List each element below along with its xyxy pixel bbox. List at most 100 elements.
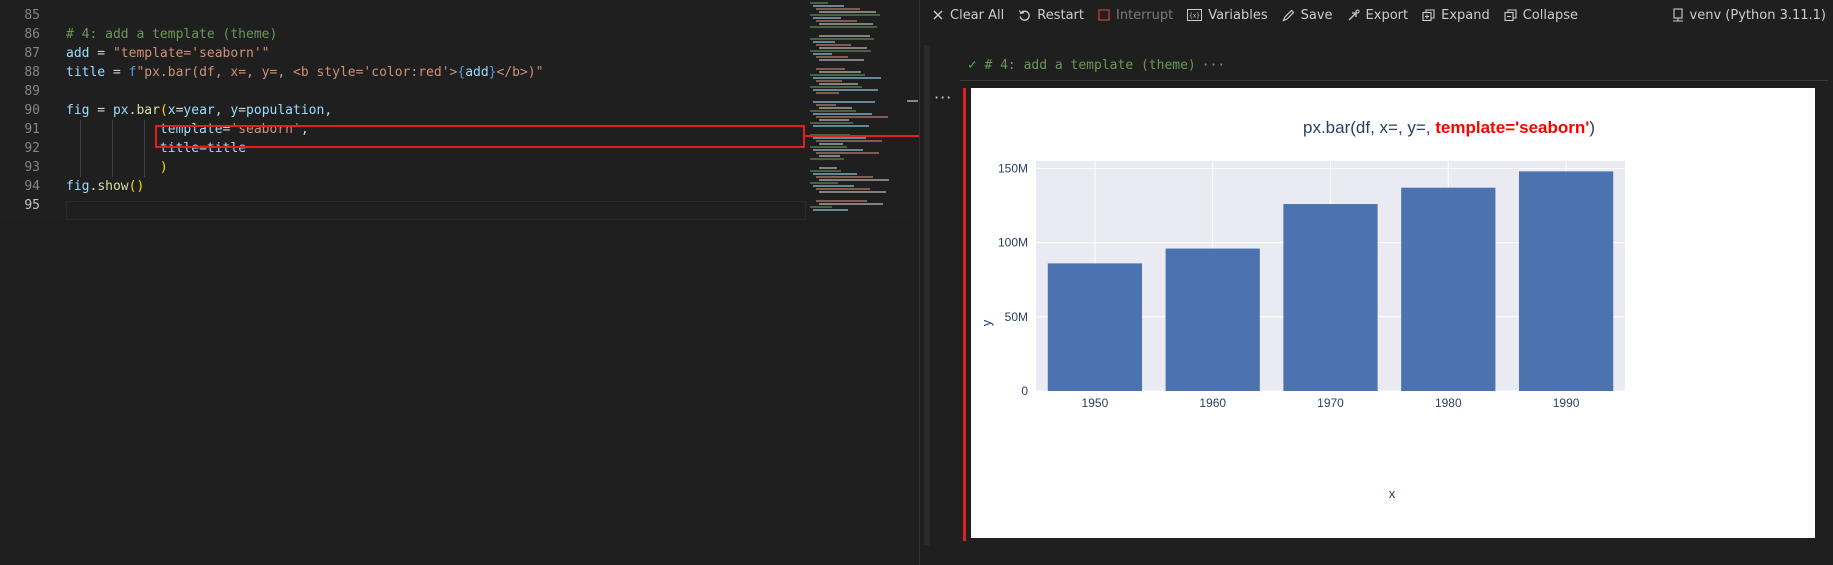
code-token: () (128, 179, 145, 194)
line-number: 87 (24, 46, 40, 61)
minimap-line (813, 113, 872, 115)
minimap-line (810, 206, 832, 208)
minimap-line (816, 152, 879, 154)
code-line[interactable]: 94 fig.show() (0, 177, 806, 196)
code-token: "px.bar(df, x=, y=, <b style='color:red'… (136, 65, 458, 80)
minimap-line (816, 8, 860, 10)
cursor-line (66, 201, 806, 220)
server-icon (1672, 8, 1683, 22)
code-token: add (465, 65, 489, 80)
highlight-box (155, 125, 805, 148)
minimap-line (816, 56, 848, 58)
minimap-line (810, 110, 856, 112)
minimap-line (819, 191, 886, 193)
line-number: 93 (24, 160, 40, 175)
minimap-line (819, 179, 889, 181)
code-line[interactable]: 88 title = f"px.bar(df, x=, y=, <b style=… (0, 63, 806, 82)
minimap-line (816, 92, 839, 94)
plot-output[interactable]: px.bar(df, x=, y=, template='seaborn') 0… (971, 88, 1815, 538)
code-editor[interactable]: 84# %%8586# 4: add a template (theme)87a… (0, 0, 919, 565)
export-icon (1348, 9, 1360, 20)
code-token: ) (159, 160, 168, 175)
collapse-button[interactable]: Collapse (1504, 0, 1578, 30)
indent-guide (144, 139, 145, 158)
save-button[interactable]: Save (1281, 0, 1333, 30)
minimap-line (810, 86, 862, 88)
code-line[interactable]: 85 (0, 6, 806, 25)
code-token: year (183, 103, 215, 118)
minimap-line (816, 104, 836, 106)
interrupt-button[interactable]: Interrupt (1098, 0, 1173, 30)
minimap-line (819, 47, 867, 49)
expand-button[interactable]: Expand (1422, 0, 1490, 30)
x-tick-label: 1970 (1317, 396, 1344, 410)
scrollbar-marker (907, 100, 918, 102)
cell-more-icon[interactable]: ··· (1202, 58, 1225, 73)
minimap-line (816, 176, 873, 178)
output-more-icon[interactable]: ··· (934, 88, 952, 107)
code-line[interactable]: 89 (0, 82, 806, 101)
code-token: , (324, 103, 333, 118)
cell-header-text: # 4: add a template (theme) (984, 57, 1196, 73)
minimap-line (816, 44, 851, 46)
variables-button[interactable]: {x} Variables (1187, 0, 1268, 30)
chart-title-bold: template='seaborn' (1435, 118, 1589, 137)
restart-label: Restart (1037, 7, 1084, 23)
line-number: 86 (24, 27, 40, 42)
bar-1990[interactable] (1518, 171, 1614, 391)
code-line[interactable]: 87 add = "template='seaborn'" (0, 44, 806, 63)
export-button[interactable]: Export (1347, 0, 1408, 30)
bar-1960[interactable] (1165, 248, 1260, 391)
minimap-line (816, 116, 888, 118)
code-line[interactable]: 93 ) (0, 158, 806, 177)
minimap-line (810, 170, 841, 172)
bar-chart[interactable]: px.bar(df, x=, y=, template='seaborn') 0… (971, 88, 1815, 538)
minimap-line (813, 17, 841, 19)
code-text: add = "template='seaborn'" (66, 44, 270, 63)
code-token: ( (159, 103, 168, 118)
cell-header[interactable]: ✓ # 4: add a template (theme) ··· (968, 55, 1225, 75)
interactive-toolbar: Clear All Restart Interrupt {x} Variable… (920, 0, 1833, 30)
line-number: 92 (24, 141, 40, 156)
code-token: } (488, 65, 497, 80)
check-icon: ✓ (968, 57, 977, 73)
minimap-line (810, 14, 880, 16)
code-line[interactable]: 90 fig = px.bar(x=year, y=population, (0, 101, 806, 120)
editor-scrollbar[interactable] (906, 0, 919, 219)
bar-1980[interactable] (1401, 187, 1496, 391)
minimap-line (819, 11, 876, 13)
restart-button[interactable]: Restart (1018, 0, 1084, 30)
code-token: fig (66, 103, 90, 118)
minimap-line (813, 5, 844, 7)
code-text: # 4: add a template (theme) (66, 25, 277, 44)
code-token: = (238, 103, 247, 118)
indent-guide (144, 120, 145, 139)
code-token: # %% (66, 0, 97, 4)
line-number: 90 (24, 103, 40, 118)
expand-label: Expand (1441, 7, 1490, 23)
interactive-scrollbar[interactable] (924, 45, 930, 545)
cell-divider (960, 80, 1828, 81)
minimap-line (810, 2, 828, 4)
interrupt-label: Interrupt (1115, 7, 1174, 23)
minimap[interactable] (806, 0, 906, 219)
save-icon (1281, 9, 1294, 22)
kernel-picker[interactable]: venv (Python 3.11.1) (1672, 0, 1826, 30)
minimap-line (810, 38, 874, 40)
clear-all-button[interactable]: Clear All (932, 0, 1004, 30)
code-area[interactable]: 84# %%8586# 4: add a template (theme)87a… (0, 0, 806, 219)
bar-1970[interactable] (1283, 204, 1378, 391)
bar-1950[interactable] (1047, 263, 1143, 391)
minimap-line (813, 77, 881, 79)
code-token: = (105, 65, 129, 80)
code-token: x (167, 103, 176, 118)
collapse-icon (1504, 8, 1517, 21)
output-status-bar (963, 88, 966, 541)
indent-guide (144, 158, 145, 177)
interactive-window: Clear All Restart Interrupt {x} Variable… (919, 0, 1833, 565)
minimap-line (816, 200, 867, 202)
x-axis-label: x (1389, 486, 1396, 501)
indent-guide (112, 120, 113, 139)
indent-guide (80, 139, 81, 158)
code-line[interactable]: 86 # 4: add a template (theme) (0, 25, 806, 44)
